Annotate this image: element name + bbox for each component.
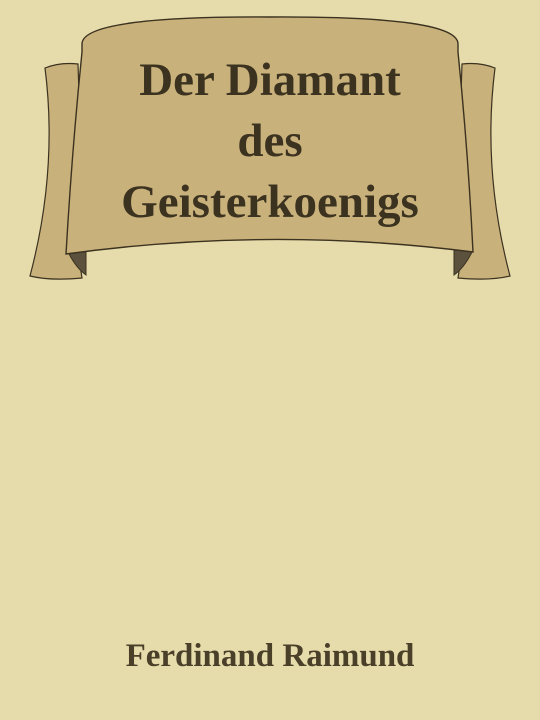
book-title-line: Geisterkoenigs [121,176,419,228]
book-author: Ferdinand Raimund [125,638,415,674]
book-cover: Der Diamant des Geisterkoenigs Ferdinand… [0,0,540,720]
book-title-line: des [237,115,303,167]
book-title: Der Diamant des Geisterkoenigs [80,50,460,233]
book-title-line: Der Diamant [139,54,401,106]
